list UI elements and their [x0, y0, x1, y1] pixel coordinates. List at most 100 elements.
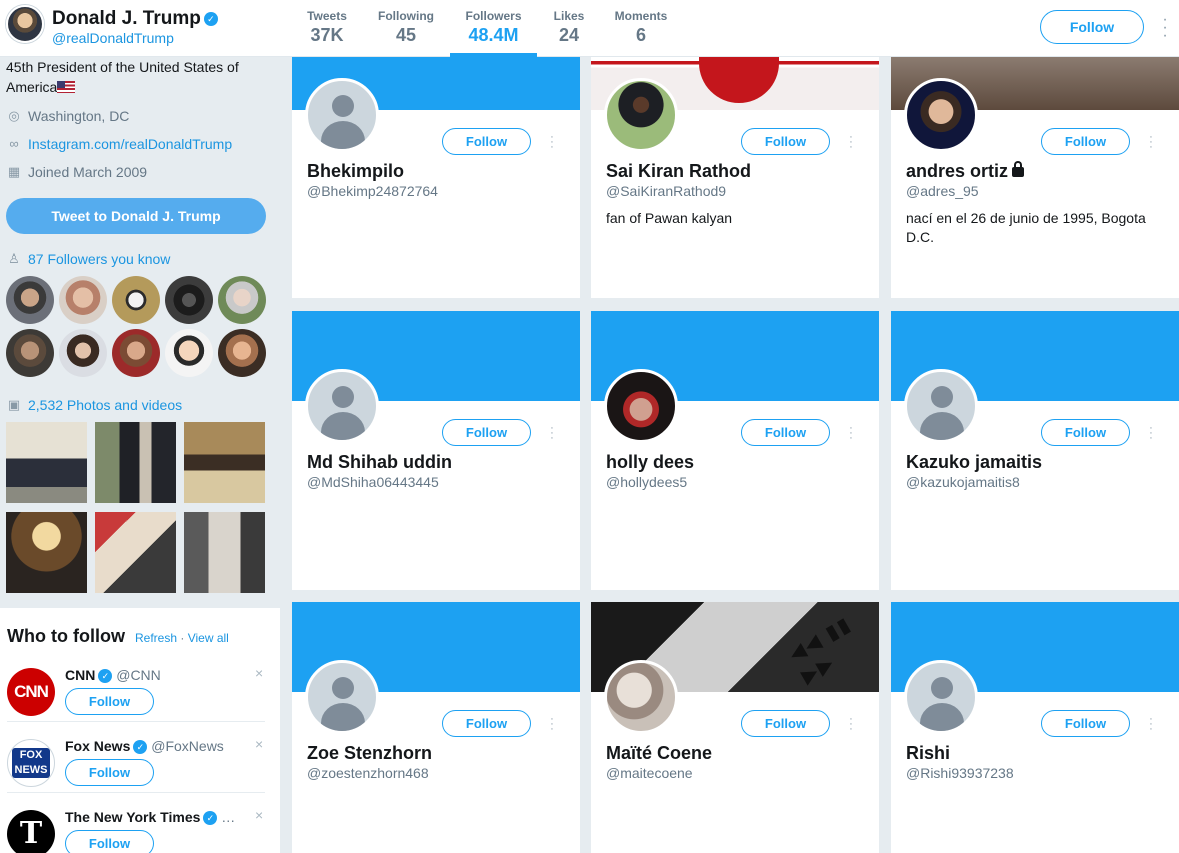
follower-handle[interactable]: @SaiKiranRathod9	[606, 183, 726, 199]
follower-avatar[interactable]	[6, 329, 54, 377]
follower-avatar[interactable]	[112, 329, 160, 377]
stat-moments[interactable]: Moments 6	[601, 0, 681, 57]
follower-avatar[interactable]	[59, 329, 107, 377]
follower-name[interactable]: holly dees	[606, 452, 694, 473]
follower-name[interactable]: Zoe Stenzhorn	[307, 743, 432, 764]
more-options-icon[interactable]: · · ·	[1147, 423, 1155, 444]
follower-card[interactable]: Follow · · · Md Shihab uddin @MdShiha06443…	[292, 311, 580, 590]
follow-button[interactable]: Follow	[1041, 419, 1130, 446]
follower-card[interactable]: Follow · · · Rishi @Rishi93937238	[891, 602, 1179, 853]
follower-name[interactable]: andres ortiz	[906, 161, 1025, 182]
follower-handle[interactable]: @kazukojamaitis8	[906, 474, 1020, 490]
account-name[interactable]: Fox News ✓ @FoxNews	[65, 738, 224, 755]
photo-thumbnail[interactable]	[95, 512, 176, 593]
follow-button[interactable]: Follow	[1041, 128, 1130, 155]
follow-button[interactable]: Follow	[741, 419, 830, 446]
follower-name[interactable]: Maïté Coene	[606, 743, 712, 764]
default-avatar-icon[interactable]	[305, 369, 379, 443]
photo-thumbnail[interactable]	[184, 512, 265, 593]
follow-button[interactable]: Follow	[442, 128, 531, 155]
follower-name[interactable]: Kazuko jamaitis	[906, 452, 1042, 473]
dismiss-icon[interactable]: ×	[255, 807, 263, 823]
follower-handle[interactable]: @maitecoene	[606, 765, 693, 781]
stat-likes[interactable]: Likes 24	[537, 0, 601, 57]
website-link[interactable]: Instagram.com/realDonaldTrump	[28, 136, 232, 152]
follower-card[interactable]: ◀◀ ▮▮ ▶▶ Follow · · · Maïté Coene @maiteco…	[591, 602, 879, 853]
follower-avatar[interactable]	[604, 660, 678, 734]
view-all-link[interactable]: View all	[188, 631, 229, 645]
follow-button[interactable]: Follow	[741, 128, 830, 155]
profile-handle[interactable]: @realDonaldTrump	[52, 30, 174, 46]
photo-thumbnail[interactable]	[6, 422, 87, 503]
follower-bio: nací en el 26 de junio de 1995, Bogota D…	[906, 210, 1146, 245]
more-options-icon[interactable]: · · ·	[1147, 132, 1155, 153]
follower-avatar[interactable]	[904, 78, 978, 152]
follower-avatar[interactable]	[218, 276, 266, 324]
follower-handle[interactable]: @hollydees5	[606, 474, 687, 490]
nyt-logo[interactable]: T	[7, 810, 55, 853]
follower-avatar[interactable]	[604, 369, 678, 443]
follow-button[interactable]: Follow	[65, 759, 154, 786]
follow-button[interactable]: Follow	[1041, 710, 1130, 737]
stat-tweets[interactable]: Tweets 37K	[292, 0, 362, 57]
more-options-icon[interactable]: · · ·	[548, 423, 556, 444]
photo-thumbnail[interactable]	[6, 512, 87, 593]
dismiss-icon[interactable]: ×	[255, 736, 263, 752]
follow-button[interactable]: Follow	[1040, 10, 1144, 44]
follower-avatar[interactable]	[112, 276, 160, 324]
more-options-icon[interactable]: · · ·	[847, 423, 855, 444]
follower-card[interactable]: Follow · · · Zoe Stenzhorn @zoestenzhorn46…	[292, 602, 580, 853]
follower-card[interactable]: Follow · · · holly dees @hollydees5	[591, 311, 879, 590]
more-options-icon[interactable]: · · ·	[1158, 12, 1172, 44]
follower-card[interactable]: Follow · · · Bhekimpilo @Bhekimp24872764	[292, 57, 580, 298]
follower-avatar[interactable]	[6, 276, 54, 324]
follow-button[interactable]: Follow	[65, 830, 154, 853]
profile-name[interactable]: Donald J. Trump ✓	[52, 8, 218, 30]
refresh-link[interactable]: Refresh	[135, 631, 177, 645]
follower-handle[interactable]: @adres_95	[906, 183, 979, 199]
profile-avatar[interactable]	[6, 5, 44, 43]
more-options-icon[interactable]: · · ·	[548, 714, 556, 735]
more-options-icon[interactable]: · · ·	[548, 132, 556, 153]
photo-thumbnail[interactable]	[184, 422, 265, 503]
fox-news-logo[interactable]: FOX NEWS	[7, 739, 55, 787]
cnn-logo[interactable]: CNN	[7, 668, 55, 716]
follower-avatar[interactable]	[59, 276, 107, 324]
stat-following[interactable]: Following 45	[362, 0, 450, 57]
default-avatar-icon[interactable]	[305, 660, 379, 734]
default-avatar-icon[interactable]	[904, 660, 978, 734]
photo-thumbnail[interactable]	[95, 422, 176, 503]
follower-name[interactable]: Md Shihab uddin	[307, 452, 452, 473]
follower-handle[interactable]: @Rishi93937238	[906, 765, 1014, 781]
account-name[interactable]: CNN ✓ @CNN	[65, 667, 161, 684]
follower-card[interactable]: Follow · · · Sai Kiran Rathod @SaiKiranRat…	[591, 57, 879, 298]
follow-button[interactable]: Follow	[65, 688, 154, 715]
tweet-to-button[interactable]: Tweet to Donald J. Trump	[6, 198, 266, 234]
followers-you-know-link[interactable]: ♙ 87 Followers you know	[6, 251, 170, 267]
follower-handle[interactable]: @zoestenzhorn468	[307, 765, 429, 781]
account-name[interactable]: The New York Times ✓ …	[65, 809, 235, 826]
dismiss-icon[interactable]: ×	[255, 665, 263, 681]
default-avatar-icon[interactable]	[305, 78, 379, 152]
more-options-icon[interactable]: · · ·	[847, 714, 855, 735]
more-options-icon[interactable]: · · ·	[1147, 714, 1155, 735]
follower-name[interactable]: Rishi	[906, 743, 950, 764]
follow-button[interactable]: Follow	[741, 710, 830, 737]
follower-name[interactable]: Sai Kiran Rathod	[606, 161, 751, 182]
follower-handle[interactable]: @MdShiha06443445	[307, 474, 439, 490]
follower-handle[interactable]: @Bhekimp24872764	[307, 183, 438, 199]
more-options-icon[interactable]: · · ·	[847, 132, 855, 153]
default-avatar-icon[interactable]	[904, 369, 978, 443]
stat-followers[interactable]: Followers 48.4M	[450, 0, 537, 57]
follower-card[interactable]: Follow · · · andres ortiz @adres_95 nací e…	[891, 57, 1179, 298]
follower-avatar[interactable]	[165, 276, 213, 324]
photos-grid	[6, 422, 268, 593]
follower-name[interactable]: Bhekimpilo	[307, 161, 404, 182]
follow-button[interactable]: Follow	[442, 419, 531, 446]
follower-avatar[interactable]	[604, 78, 678, 152]
follower-avatar[interactable]	[218, 329, 266, 377]
follow-button[interactable]: Follow	[442, 710, 531, 737]
follower-avatar[interactable]	[165, 329, 213, 377]
follower-card[interactable]: Follow · · · Kazuko jamaitis @kazukojamait…	[891, 311, 1179, 590]
photos-videos-link[interactable]: ▣ 2,532 Photos and videos	[6, 397, 182, 413]
